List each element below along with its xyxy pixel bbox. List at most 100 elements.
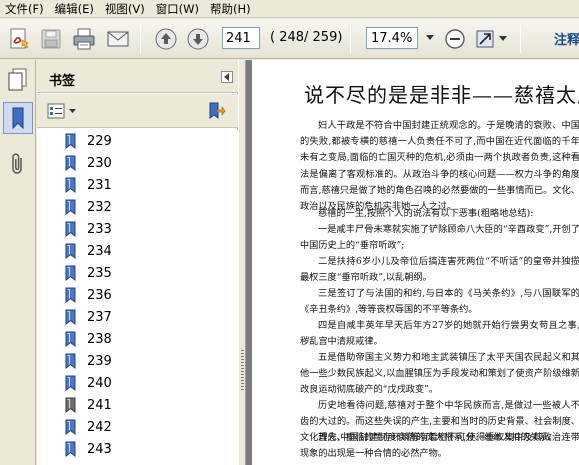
email-icon (107, 31, 129, 47)
next-page-button[interactable] (183, 25, 213, 53)
bookmark-item[interactable]: 232 (65, 197, 112, 217)
options-list-icon (47, 103, 65, 119)
bookmark-item[interactable]: 237 (65, 307, 112, 327)
navigation-strip (0, 60, 36, 465)
bookmark-icon (65, 265, 79, 281)
bookmark-icon (65, 419, 79, 435)
bookmark-label: 239 (87, 353, 112, 369)
bookmark-label: 240 (87, 375, 112, 391)
paragraph: 五是借助帝国主义势力和地主武装镇压了太平天国农民起义和其他一些少数民族起义,以血… (300, 352, 579, 396)
zoom-out-button[interactable] (440, 25, 470, 53)
bookmark-icon (65, 353, 79, 369)
print-button[interactable] (69, 25, 99, 53)
bookmark-icon (65, 243, 79, 259)
menu-window[interactable]: 窗口(W) (151, 0, 205, 18)
menu-view[interactable]: 视图(V) (100, 0, 151, 18)
chevron-down-icon (499, 36, 507, 41)
bookmark-arrow-icon (209, 102, 226, 119)
bookmark-icon (65, 331, 79, 347)
email-button[interactable] (103, 25, 133, 53)
chevron-left-icon (224, 73, 229, 81)
print-icon (73, 28, 95, 50)
bookmark-item[interactable]: 229 (65, 131, 112, 151)
toolbar-separator (140, 25, 141, 53)
toolbar-separator (520, 25, 521, 53)
bookmark-item[interactable]: 236 (65, 285, 112, 305)
paragraph: 首先,中国封建制度衰落的庞大根系,使得垂权集中及其政治连带现象的出现是一种合情的… (300, 432, 579, 460)
save-button[interactable] (36, 25, 66, 53)
zoom-out-icon (445, 29, 465, 49)
bookmarks-toolbar (37, 94, 238, 128)
save-icon (41, 29, 61, 49)
bookmark-label: 238 (87, 331, 112, 347)
menu-help[interactable]: 帮助(H) (205, 0, 257, 18)
menu-edit[interactable]: 编辑(E) (50, 0, 100, 18)
bookmark-item[interactable]: 235 (65, 263, 112, 283)
bookmark-label: 232 (87, 199, 112, 215)
bookmark-options-button[interactable] (47, 101, 79, 121)
bookmark-label: 243 (87, 441, 112, 457)
bookmark-list: 229 230 231 232 233 234 235 236 237 238 239 240 241 2… (37, 129, 238, 465)
comment-menu[interactable]: 注释 (554, 29, 579, 48)
prev-page-button[interactable] (151, 25, 181, 53)
menu-file[interactable]: 文件(F) (0, 0, 50, 18)
expand-bookmark-button[interactable] (205, 101, 227, 121)
prev-page-icon (155, 28, 177, 50)
bookmark-icon (65, 133, 79, 149)
bookmark-item[interactable]: 240 (65, 373, 112, 393)
attachments-panel-button[interactable] (3, 148, 33, 180)
bookmarks-panel: 书签 229 230 231 232 233 234 235 236 237 238 239 240 2… (37, 60, 238, 465)
bookmark-label: 237 (87, 309, 112, 325)
paperclip-icon (12, 153, 22, 174)
bookmark-item[interactable]: 242 (65, 417, 112, 437)
bookmark-icon (65, 177, 79, 193)
bookmark-icon (65, 375, 79, 391)
panel-title: 书签 (49, 74, 76, 89)
paragraph: 三是签订了与法国的和约,与日本的《马关条约》,与八国联军的《辛丑条约》,等等丧权… (300, 288, 579, 316)
pages-panel-button[interactable] (3, 64, 33, 96)
bookmark-item[interactable]: 231 (65, 175, 112, 195)
zoom-dropdown[interactable] (419, 27, 441, 49)
bookmark-label: 231 (87, 177, 112, 193)
bookmark-icon (65, 221, 79, 237)
bookmark-label: 241 (87, 397, 112, 413)
bookmark-item[interactable]: 241 (65, 395, 112, 415)
bookmark-icon (65, 441, 79, 457)
bookmark-label: 233 (87, 221, 112, 237)
bookmark-item[interactable]: 230 (65, 153, 112, 173)
bookmark-item[interactable]: 239 (65, 351, 112, 371)
fit-options-dropdown[interactable] (494, 25, 512, 53)
paragraph: 四是自咸丰英年早天后年方27岁的她就开始行尝男女苟且之事,秽乱宫中清规戒律。 (300, 320, 579, 348)
page-number-input[interactable] (222, 27, 260, 49)
next-page-icon (187, 28, 209, 50)
toolbar-separator (350, 25, 351, 53)
create-pdf-button[interactable] (4, 25, 34, 53)
bookmark-item[interactable]: 243 (65, 439, 112, 459)
document-view[interactable]: 说不尽的是是非非——慈禧太后 妇人干政是不符合中国封建正统观念的。于是晚清的衰败… (246, 60, 579, 465)
document-title: 说不尽的是是非非——慈禧太后 (304, 83, 579, 107)
bookmark-item[interactable]: 238 (65, 329, 112, 349)
bookmark-label: 234 (87, 243, 112, 259)
bookmark-icon (65, 155, 79, 171)
paragraph: 一是咸丰尸骨未寒就实施了铲除顾命八大臣的“辛酉政变”,开创了中国历史上的“垂帘听… (300, 224, 579, 252)
bookmark-label: 242 (87, 419, 112, 435)
collapse-panel-button[interactable] (221, 71, 233, 83)
bookmark-icon (65, 309, 79, 325)
bookmark-item[interactable]: 233 (65, 219, 112, 239)
bookmark-label: 229 (87, 133, 112, 149)
document-page: 说不尽的是是非非——慈禧太后 妇人干政是不符合中国封建正统观念的。于是晚清的衰败… (252, 60, 579, 465)
bookmark-icon (65, 287, 79, 303)
bookmark-label: 236 (87, 287, 112, 303)
pages-icon (8, 68, 27, 91)
paragraph: 妇人干政是不符合中国封建正统观念的。于是晚清的衰败、中国的失败,都被专横的慈禧一… (300, 120, 579, 213)
panel-splitter[interactable] (238, 60, 246, 465)
bookmark-item[interactable]: 234 (65, 241, 112, 261)
bookmark-icon (12, 107, 24, 130)
bookmarks-panel-button[interactable] (3, 102, 33, 134)
page-count: ( 248/ 259) (270, 30, 343, 45)
create-pdf-icon (10, 28, 29, 49)
chevron-down-icon (69, 108, 76, 113)
zoom-input[interactable] (366, 27, 418, 49)
bookmark-icon (65, 397, 79, 413)
splitter-grip[interactable] (241, 350, 244, 390)
